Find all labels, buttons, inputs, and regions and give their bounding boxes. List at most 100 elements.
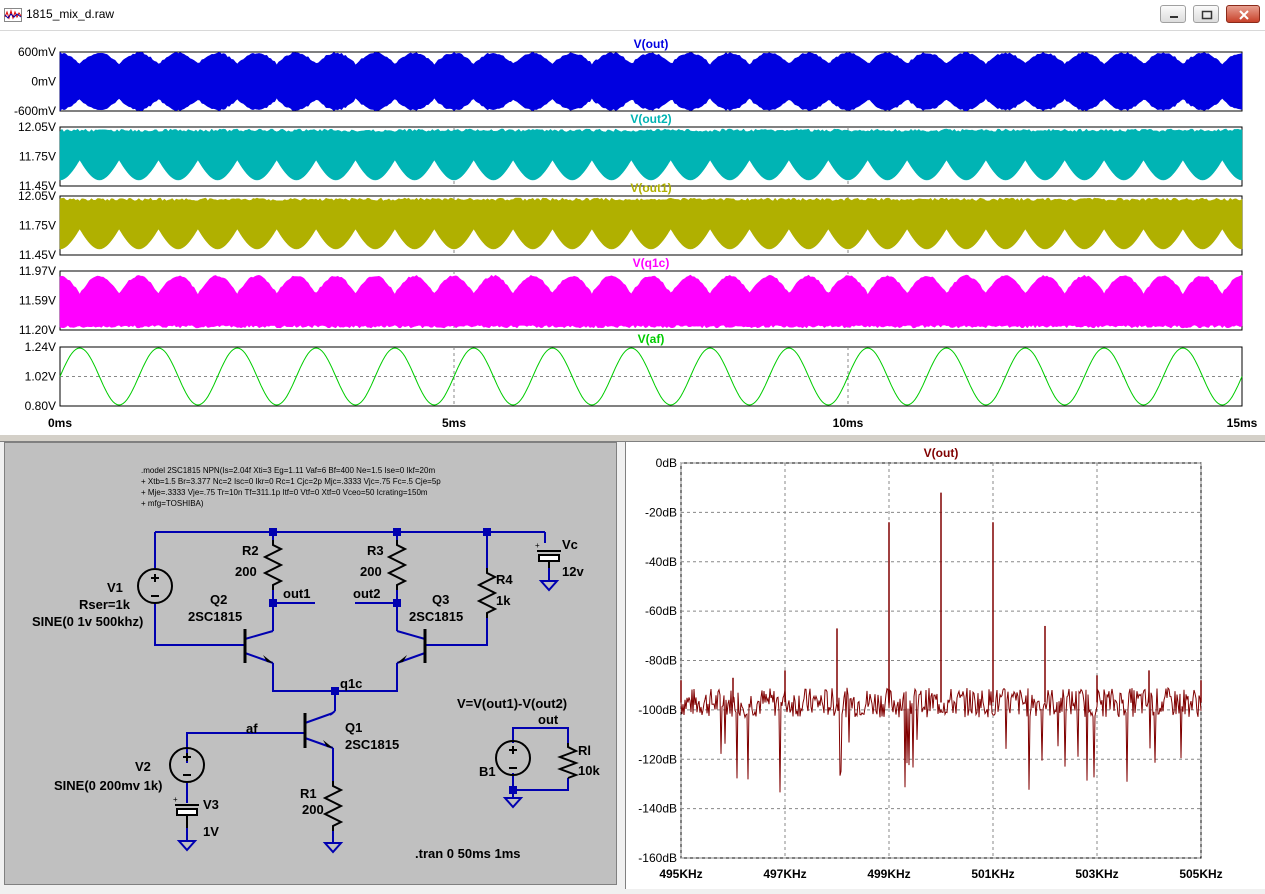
y-tick-label: 11.45V xyxy=(19,248,56,262)
vc-name: Vc xyxy=(562,537,578,552)
r1-value: 200 xyxy=(302,802,324,817)
model-line: .model 2SC1815 NPN(Is=2.04f Xti=3 Eg=1.1… xyxy=(141,466,435,475)
r3-name: R3 xyxy=(367,543,384,558)
x-tick-label: 499KHz xyxy=(867,867,910,881)
r4-resistor-icon xyxy=(479,568,495,618)
net-label-af: af xyxy=(246,721,258,736)
q2-model: 2SC1815 xyxy=(188,609,242,624)
minimize-icon xyxy=(1161,6,1187,24)
trace-name[interactable]: V(out) xyxy=(634,37,669,51)
y-tick-label: 11.97V xyxy=(19,264,56,278)
fft-viewer[interactable]: 0dB -20dB -40dB -60dB -80dB -100dB -120dB -140d… xyxy=(625,442,1265,889)
svg-text:+: + xyxy=(173,795,178,804)
v1-name: V1 xyxy=(107,580,123,595)
r3-value: 200 xyxy=(360,564,382,579)
waveform-pane[interactable]: 11.97V 11.59V 11.20V V(q1c) xyxy=(19,256,1242,337)
waveform-app-icon xyxy=(4,8,22,22)
restore-icon xyxy=(1194,6,1220,24)
source-signs xyxy=(151,574,517,775)
x-tick-label: 497KHz xyxy=(763,867,806,881)
v1-value: SINE(0 1v 500khz) xyxy=(32,614,143,629)
vc-battery-icon: + xyxy=(535,541,561,568)
x-tick-label: 495KHz xyxy=(659,867,702,881)
x-tick-label: 0ms xyxy=(48,416,72,430)
y-tick-label: 1.02V xyxy=(25,370,56,384)
restore-button[interactable] xyxy=(1193,5,1219,23)
schematic-editor[interactable]: + + .model 2SC1815 NPN(Is=2.04f Xti=3 Eg… xyxy=(4,442,617,885)
v2-value: SINE(0 200mv 1k) xyxy=(54,778,162,793)
r2-value: 200 xyxy=(235,564,257,579)
v3-ground-icon xyxy=(179,841,195,850)
x-tick-label: 503KHz xyxy=(1075,867,1118,881)
schematic-canvas[interactable]: + + .model 2SC1815 NPN(Is=2.04f Xti=3 Eg… xyxy=(5,443,616,884)
q3-model: 2SC1815 xyxy=(409,609,463,624)
y-tick-label: -60dB xyxy=(645,604,677,618)
net-label-q1c: q1c xyxy=(340,676,362,691)
y-tick-label: 12.05V xyxy=(18,120,56,134)
y-tick-label: -20dB xyxy=(645,505,677,519)
minimize-button[interactable] xyxy=(1160,5,1186,23)
y-tick-label: 0dB xyxy=(656,456,677,470)
fft-plot[interactable]: 0dB -20dB -40dB -60dB -80dB -100dB -120dB -140d… xyxy=(626,442,1265,889)
trace-name[interactable]: V(af) xyxy=(638,332,665,346)
r2-resistor-icon xyxy=(265,540,281,590)
vc-ground-icon xyxy=(541,581,557,590)
time-axis: 0ms 5ms 10ms 15ms xyxy=(48,416,1258,430)
q1-model: 2SC1815 xyxy=(345,737,399,752)
waveform-pane[interactable]: 600mV 0mV -600mV V(out) xyxy=(14,37,1242,118)
v1-rser: Rser=1k xyxy=(79,597,131,612)
title-bar: 1815_mix_d.raw xyxy=(0,0,1265,31)
horizontal-splitter[interactable] xyxy=(0,434,1265,442)
r4-name: R4 xyxy=(496,572,513,587)
rl-name: Rl xyxy=(578,743,591,758)
x-tick-label: 15ms xyxy=(1227,416,1258,430)
x-tick-label: 501KHz xyxy=(971,867,1014,881)
y-tick-label: 11.75V xyxy=(19,150,56,164)
r4-value: 1k xyxy=(496,593,511,608)
y-tick-label: -100dB xyxy=(638,703,677,717)
y-tick-label: -120dB xyxy=(638,752,677,766)
y-tick-label: -40dB xyxy=(645,555,677,569)
close-button[interactable] xyxy=(1226,5,1260,23)
q2-name: Q2 xyxy=(210,592,227,607)
y-tick-label: 11.75V xyxy=(19,219,56,233)
b1-ground-icon xyxy=(505,798,521,807)
v3-name: V3 xyxy=(203,797,219,812)
y-tick-label: 12.05V xyxy=(18,189,56,203)
y-tick-label: 11.20V xyxy=(19,323,56,337)
y-tick-label: -160dB xyxy=(638,851,677,865)
y-tick-label: 11.59V xyxy=(19,294,56,308)
x-tick-label: 10ms xyxy=(833,416,864,430)
r3-resistor-icon xyxy=(389,540,405,590)
y-tick-label: -80dB xyxy=(645,654,677,668)
y-tick-label: 0.80V xyxy=(25,399,56,413)
fft-chart[interactable]: 0dB -20dB -40dB -60dB -80dB -100dB -120dB -140d… xyxy=(638,446,1222,881)
y-tick-label: -600mV xyxy=(14,104,56,118)
y-tick-label: 1.24V xyxy=(25,340,56,354)
waveform-viewer[interactable]: 600mV 0mV -600mV V(out) 12.05V 11.75V 11.45V V(… xyxy=(0,31,1265,434)
vertical-splitter[interactable] xyxy=(617,442,625,889)
close-icon xyxy=(1227,6,1261,24)
trace-name[interactable]: V(out1) xyxy=(630,181,671,195)
y-tick-label: 0mV xyxy=(31,75,56,89)
r1-name: R1 xyxy=(300,786,317,801)
r1-resistor-icon xyxy=(325,781,341,831)
window-title: 1815_mix_d.raw xyxy=(26,7,114,21)
v2-name: V2 xyxy=(135,759,151,774)
waveform-plots[interactable]: 600mV 0mV -600mV V(out) 12.05V 11.75V 11.45V V(… xyxy=(0,31,1265,434)
trace-name[interactable]: V(out2) xyxy=(630,112,671,126)
model-line: + mfg=TOSHIBA) xyxy=(141,499,204,508)
net-label-out1: out1 xyxy=(283,586,310,601)
fft-title[interactable]: V(out) xyxy=(924,446,959,460)
svg-text:+: + xyxy=(535,541,540,550)
junction-dots xyxy=(269,528,517,794)
model-text: .model 2SC1815 NPN(Is=2.04f Xti=3 Eg=1.1… xyxy=(141,466,441,508)
rl-resistor-icon xyxy=(560,743,576,778)
trace-name[interactable]: V(q1c) xyxy=(633,256,670,270)
waveform-pane[interactable]: 1.24V 1.02V 0.80V V(af) xyxy=(25,332,1242,413)
x-tick-label: 505KHz xyxy=(1179,867,1222,881)
b1-name: B1 xyxy=(479,764,496,779)
waveform-pane[interactable]: 12.05V 11.75V 11.45V V(out1) xyxy=(18,181,1242,262)
x-tick-label: 5ms xyxy=(442,416,466,430)
model-line: + Xtb=1.5 Br=3.377 Nc=2 Isc=0 Ikr=0 Rc=1… xyxy=(141,477,441,486)
